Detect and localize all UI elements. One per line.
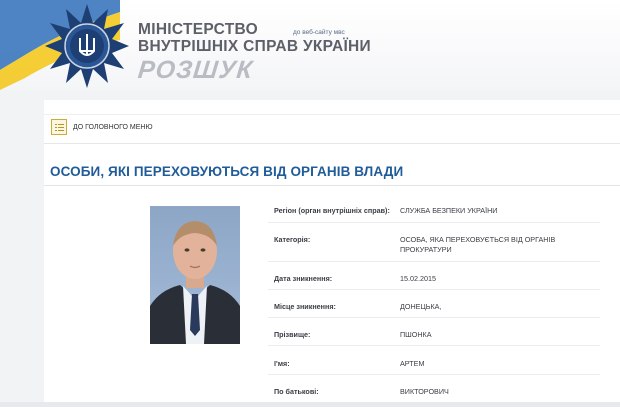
detail-value: АРТЕМ — [400, 359, 425, 368]
detail-label: По батькові: — [274, 387, 319, 396]
row-divider — [268, 374, 600, 375]
ministry-title: МІНІСТЕРСТВО ВНУТРІШНІХ СПРАВ УКРАЇНИ — [138, 21, 371, 55]
detail-label: Регіон (орган внутрішніх справ): — [274, 206, 390, 215]
detail-label: Місце зникнення: — [274, 302, 336, 311]
row-divider — [268, 317, 600, 318]
detail-value: 15.02.2015 — [400, 274, 436, 283]
person-photo — [150, 206, 240, 344]
title-divider — [44, 185, 620, 186]
search-section-title: РОЗШУК — [136, 56, 255, 84]
detail-value: ОСОБА, ЯКА ПЕРЕХОВУЄТЬСЯ ВІД ОРГАНІВ ПРО… — [400, 235, 556, 254]
detail-row-first-name: І'мя: АРТЕМ — [268, 359, 608, 379]
row-divider — [268, 261, 600, 262]
detail-row-surname: Прізвище: ПШОНКА — [268, 330, 608, 350]
detail-value: ПШОНКА — [400, 330, 432, 339]
main-content: ДО ГОЛОВНОГО МЕНЮ ОСОБИ, ЯКІ ПЕРЕХОВУЮТЬ… — [44, 100, 620, 407]
police-star-emblem-icon[interactable] — [44, 3, 130, 89]
detail-row-date: Дата зникнення: 15.02.2015 — [268, 274, 608, 294]
row-divider — [268, 289, 600, 290]
bottom-strip — [0, 402, 620, 407]
ministry-site-link[interactable]: до веб-сайту мвс — [293, 29, 345, 36]
page-title: ОСОБИ, ЯКІ ПЕРЕХОВУЮТЬСЯ ВІД ОРГАНІВ ВЛА… — [50, 164, 404, 179]
detail-label: Прізвище: — [274, 330, 311, 339]
row-divider — [268, 345, 600, 346]
detail-label: Дата зникнення: — [274, 274, 333, 283]
detail-value: ДОНЕЦЬКА, — [400, 302, 442, 311]
detail-label: Категорія: — [274, 235, 311, 244]
detail-row-place: Місце зникнення: ДОНЕЦЬКА, — [268, 302, 608, 322]
detail-label: І'мя: — [274, 359, 290, 368]
main-menu-bar: ДО ГОЛОВНОГО МЕНЮ — [44, 114, 620, 144]
detail-row-category: Категорія: ОСОБА, ЯКА ПЕРЕХОВУЄТЬСЯ ВІД … — [268, 235, 608, 262]
back-to-main-menu-link[interactable]: ДО ГОЛОВНОГО МЕНЮ — [73, 124, 153, 131]
menu-icon[interactable] — [51, 119, 67, 135]
row-divider — [268, 222, 600, 223]
site-header: МІНІСТЕРСТВО ВНУТРІШНІХ СПРАВ УКРАЇНИ до… — [0, 0, 620, 90]
detail-value: ВИКТОРОВИЧ — [400, 387, 449, 396]
detail-value: СЛУЖБА БЕЗПЕКИ УКРАЇНИ — [400, 206, 498, 215]
detail-row-region: Регіон (орган внутрішніх справ): СЛУЖБА … — [268, 206, 608, 226]
